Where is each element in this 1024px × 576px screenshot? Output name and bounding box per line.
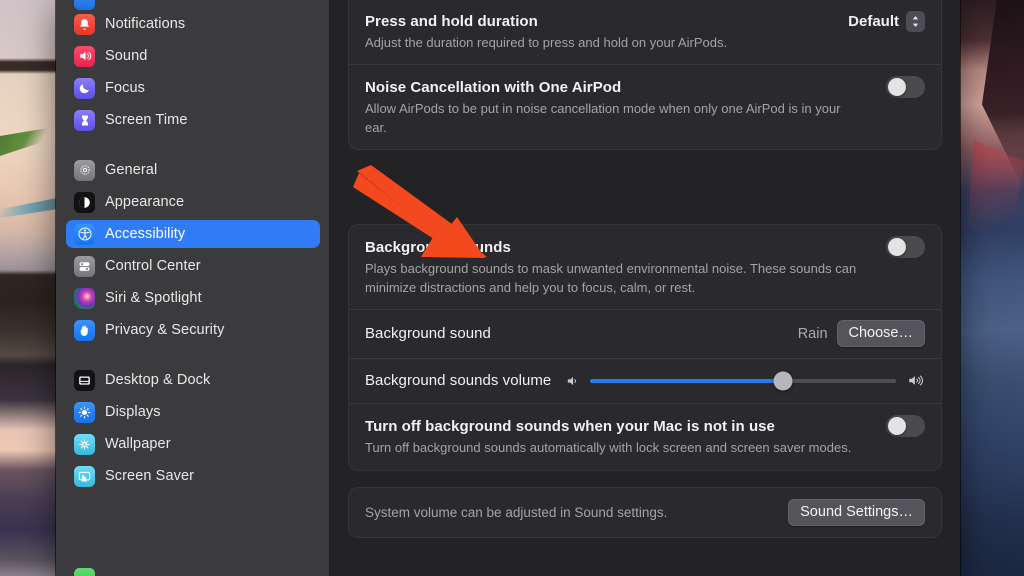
turn-off-background-sounds-toggle[interactable] <box>886 415 925 438</box>
sidebar-item-screen-saver[interactable]: Screen Saver <box>66 462 320 490</box>
sidebar-item-label: Notifications <box>105 16 186 32</box>
toggle-knob <box>888 417 906 436</box>
background-sounds-row: Background sounds Plays background sound… <box>349 225 941 309</box>
background-sounds-volume-title: Background sounds volume <box>365 372 552 390</box>
sidebar-item-label: Control Center <box>105 258 201 274</box>
wallpaper-icon <box>74 433 95 455</box>
siri-icon <box>74 287 95 309</box>
sidebar-item-siri-spotlight[interactable]: Siri & Spotlight <box>66 284 320 312</box>
sidebar-divider-2 <box>56 348 330 366</box>
toggle-knob <box>888 78 906 97</box>
noise-cancellation-title: Noise Cancellation with One AirPod <box>365 78 622 96</box>
control-center-icon <box>74 255 95 277</box>
press-and-hold-duration-value: Default <box>848 13 899 30</box>
sidebar-item-focus[interactable]: Focus <box>66 74 320 102</box>
displays-icon <box>74 401 95 423</box>
background-sound-value: Rain <box>797 325 828 342</box>
clipped-top-icon <box>74 0 95 10</box>
sidebar-item-label: Siri & Spotlight <box>105 290 202 306</box>
sidebar-item-label: Screen Time <box>105 112 188 128</box>
turn-off-background-sounds-title: Turn off background sounds when your Mac… <box>365 417 775 435</box>
sidebar-item-wallpaper[interactable]: Wallpaper <box>66 430 320 458</box>
focus-icon <box>74 77 95 99</box>
slider-fill <box>590 378 783 383</box>
press-and-hold-duration-row: Press and hold duration Default Adjust t… <box>349 0 941 64</box>
background-sounds-title: Background sounds <box>365 238 511 256</box>
turn-off-background-sounds-row: Turn off background sounds when your Mac… <box>349 403 941 469</box>
toggle-knob <box>888 238 906 257</box>
noise-cancellation-row: Noise Cancellation with One AirPod Allow… <box>349 64 941 149</box>
chevron-up-down-icon <box>906 11 925 32</box>
turn-off-background-sounds-subtitle: Turn off background sounds automatically… <box>365 440 852 456</box>
slider-knob[interactable] <box>773 371 793 391</box>
sidebar-item-privacy-security[interactable]: Privacy & Security <box>66 316 320 344</box>
sidebar-item-screen-time[interactable]: Screen Time <box>66 106 320 134</box>
sidebar-item-label: Focus <box>105 80 145 96</box>
settings-sidebar[interactable]: Notifications Sound Focus Screen Time Ge… <box>56 0 330 576</box>
sidebar-item-accessibility[interactable]: Accessibility <box>66 220 320 248</box>
system-settings-window: Notifications Sound Focus Screen Time Ge… <box>56 0 960 576</box>
noise-cancellation-toggle[interactable] <box>886 76 925 99</box>
sidebar-divider-1 <box>56 138 330 156</box>
wallpaper-left-strip <box>0 0 56 576</box>
sidebar-item-general[interactable]: General <box>66 156 320 184</box>
background-sound-row: Background sound Rain Choose… <box>349 309 941 358</box>
sound-settings-note-card: System volume can be adjusted in Sound s… <box>348 486 942 538</box>
sidebar-item-notifications[interactable]: Notifications <box>66 10 320 38</box>
privacy-hand-icon <box>74 319 95 341</box>
screen-saver-icon <box>74 465 95 487</box>
sidebar-item-appearance[interactable]: Appearance <box>66 188 320 216</box>
appearance-icon <box>74 191 95 213</box>
sidebar-group-3: Desktop & Dock Displays Wallpaper Screen… <box>56 366 330 490</box>
sound-icon <box>74 45 95 67</box>
sound-settings-button[interactable]: Sound Settings… <box>788 498 925 526</box>
sidebar-item-clipped-bottom[interactable] <box>74 566 314 576</box>
press-and-hold-duration-popup[interactable]: Default <box>848 11 925 32</box>
wallpaper-right-detail-streak <box>968 140 1024 260</box>
noise-cancellation-subtitle: Allow AirPods to be put in noise cancell… <box>365 101 841 135</box>
screen-time-icon <box>74 109 95 131</box>
sidebar-item-control-center[interactable]: Control Center <box>66 252 320 280</box>
background-sounds-volume-row: Background sounds volume <box>349 358 941 403</box>
sidebar-item-label: Sound <box>105 48 148 64</box>
notifications-icon <box>74 13 95 35</box>
sidebar-item-label: Privacy & Security <box>105 322 225 338</box>
sidebar-item-displays[interactable]: Displays <box>66 398 320 426</box>
airpods-settings-card: Press and hold duration Default Adjust t… <box>348 0 942 151</box>
background-sounds-card: Background sounds Plays background sound… <box>348 224 942 471</box>
sidebar-item-label: Displays <box>105 404 161 420</box>
wallpaper-right-strip <box>960 0 1024 576</box>
sidebar-item-label: Appearance <box>105 194 185 210</box>
clipped-top-label <box>105 0 185 7</box>
wallpaper-left-detail <box>0 198 56 218</box>
sidebar-item-label: Screen Saver <box>105 468 195 484</box>
press-and-hold-duration-title: Press and hold duration <box>365 13 538 30</box>
sidebar-item-label: Wallpaper <box>105 436 171 452</box>
press-and-hold-duration-subtitle: Adjust the duration required to press an… <box>365 35 728 50</box>
background-sounds-toggle[interactable] <box>886 236 925 259</box>
background-sounds-volume-slider[interactable] <box>590 371 896 391</box>
sidebar-group-2: General Appearance Accessibility Control… <box>56 156 330 344</box>
volume-high-icon <box>906 373 925 388</box>
sidebar-item-label: Desktop & Dock <box>105 372 211 388</box>
background-sound-title: Background sound <box>365 325 491 343</box>
system-volume-note: System volume can be adjusted in Sound s… <box>365 504 668 520</box>
accessibility-icon <box>74 223 95 245</box>
volume-low-icon <box>565 374 580 388</box>
sidebar-group-1: Notifications Sound Focus Screen Time <box>56 10 330 134</box>
desktop-dock-icon <box>74 369 95 391</box>
general-gear-icon <box>74 159 95 181</box>
sidebar-item-clipped-top[interactable] <box>56 0 330 10</box>
sidebar-item-label: General <box>105 162 158 178</box>
background-sounds-subtitle: Plays background sounds to mask unwanted… <box>365 261 857 295</box>
sidebar-item-sound[interactable]: Sound <box>66 42 320 70</box>
sidebar-item-desktop-dock[interactable]: Desktop & Dock <box>66 366 320 394</box>
sidebar-item-label: Accessibility <box>105 226 186 242</box>
accessibility-settings-content: Press and hold duration Default Adjust t… <box>330 0 960 576</box>
choose-button[interactable]: Choose… <box>836 320 925 348</box>
clipped-bottom-icon <box>74 568 95 576</box>
